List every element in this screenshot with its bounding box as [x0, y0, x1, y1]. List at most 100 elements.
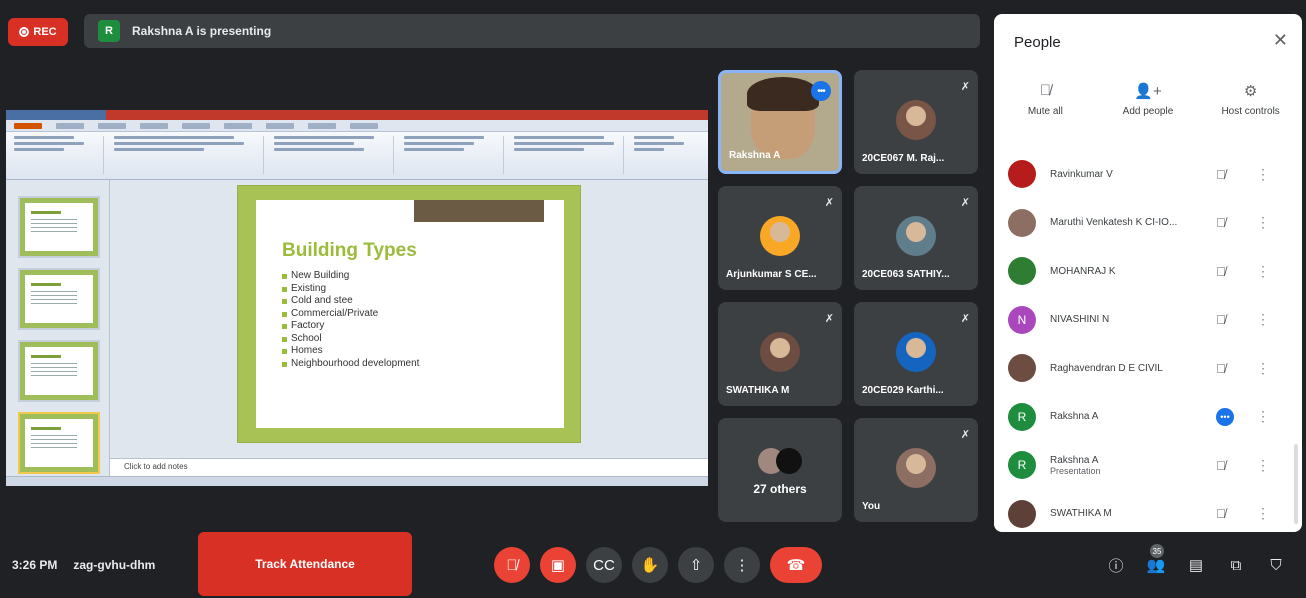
ppt-ribbon	[6, 132, 708, 180]
close-icon[interactable]: ✕	[1273, 30, 1288, 51]
camera-off-button[interactable]: ▣	[540, 547, 576, 583]
avatar	[896, 216, 936, 256]
avatar	[896, 448, 936, 488]
more-vert-icon[interactable]: ⋮	[1256, 505, 1270, 522]
panel-title: People	[1014, 34, 1061, 51]
ppt-status-bar	[6, 476, 708, 486]
captions-button[interactable]: CC	[586, 547, 622, 583]
others-tile[interactable]: 27 others	[718, 418, 842, 522]
end-call-button[interactable]: ☎	[770, 547, 822, 583]
more-vert-icon[interactable]: ⋮	[1256, 408, 1270, 425]
mic-off-icon[interactable]: 🎙̸	[1216, 506, 1226, 521]
mic-off-icon[interactable]: 🎙̸	[1216, 167, 1226, 182]
ppt-title-bar	[6, 110, 708, 120]
mic-off-icon[interactable]: 🎙̸	[1216, 458, 1226, 473]
slide-bullet: New Building	[282, 270, 564, 283]
mic-off-icon: ✗	[960, 81, 970, 93]
slide-thumbnails	[6, 180, 110, 476]
participant-name: 20CE029 Karthi...	[862, 385, 944, 396]
mic-off-icon: ✗	[960, 197, 970, 209]
slide-bullets: New Building Existing Cold and stee Comm…	[282, 270, 564, 370]
more-vert-icon[interactable]: ⋮	[1256, 263, 1270, 280]
recording-badge[interactable]: REC	[8, 18, 68, 46]
participant-name: 20CE063 SATHIY...	[862, 269, 950, 280]
participant-tile[interactable]: ✗ 20CE067 M. Raj...	[854, 70, 978, 174]
slide-bullet: Cold and stee	[282, 295, 564, 308]
avatar: R	[1008, 402, 1036, 431]
camera-off-icon: ▣	[550, 557, 566, 574]
notes-pane: Click to add notes	[110, 458, 708, 476]
mic-off-icon: ✗	[824, 313, 834, 325]
people-list: Ravinkumar V 🎙̸ ⋮ Maruthi Venkatesh K CI…	[994, 150, 1302, 532]
list-item[interactable]: R Rakshna A Presentation 🎙̸ ⋮	[994, 441, 1302, 490]
shield-icon: ⛉	[1270, 556, 1282, 574]
slide-heading: Building Types	[282, 240, 417, 261]
mic-off-icon[interactable]: 🎙̸	[1216, 312, 1226, 327]
mic-off-button[interactable]: 🎙̸	[494, 547, 530, 583]
people-count-badge: 35	[1150, 544, 1164, 558]
more-vert-icon[interactable]: ⋮	[1256, 311, 1270, 328]
list-item[interactable]: N NIVASHINI N 🎙̸ ⋮	[994, 296, 1302, 345]
slide-bullet: Commercial/Private	[282, 308, 564, 321]
mic-off-icon[interactable]: 🎙̸	[1216, 215, 1226, 230]
list-item[interactable]: MOHANRAJ K 🎙̸ ⋮	[994, 247, 1302, 296]
ppt-body: Building Types New Building Existing Col…	[6, 180, 708, 476]
participant-name: 20CE067 M. Raj...	[862, 153, 945, 164]
mic-off-icon: ✗	[960, 313, 970, 325]
meeting-details-button[interactable]: ⓘ	[1104, 552, 1128, 578]
people-button[interactable]: 👥 35	[1144, 544, 1168, 578]
participant-tile[interactable]: ✗ 20CE029 Karthi...	[854, 302, 978, 406]
host-controls-toggle[interactable]: ⛉	[1264, 552, 1288, 578]
participant-tile[interactable]: ✗ 20CE063 SATHIY...	[854, 186, 978, 290]
avatar	[1008, 354, 1036, 383]
mute-all-button[interactable]: 🎙̸ Mute all	[997, 82, 1093, 117]
mic-off-icon[interactable]: 🎙̸	[1216, 264, 1226, 279]
participant-name: Rakshna A	[729, 150, 781, 161]
participant-tile-speaking[interactable]: ••• Rakshna A	[718, 70, 842, 174]
add-people-button[interactable]: 👤+ Add people	[1100, 82, 1196, 117]
meeting-code: zag-gvhu-dhm	[73, 558, 156, 572]
more-vert-icon[interactable]: ⋮	[1256, 360, 1270, 377]
list-item[interactable]: Maruthi Venkatesh K CI-IO... 🎙̸ ⋮	[994, 199, 1302, 248]
mic-off-icon[interactable]: 🎙̸	[1216, 361, 1226, 376]
slide-thumbnail	[18, 340, 100, 402]
list-item[interactable]: R Rakshna A ••• ⋮	[994, 393, 1302, 442]
list-item[interactable]: SWATHIKA M 🎙̸ ⋮	[994, 490, 1302, 533]
avatar: N	[1008, 305, 1036, 334]
scrollbar[interactable]	[1294, 444, 1298, 524]
side-controls: ⓘ 👥 35 ▤ ⧉ ⛉	[1104, 544, 1288, 578]
slide: Building Types New Building Existing Col…	[238, 186, 580, 442]
avatar: R	[1008, 451, 1036, 480]
more-options-button[interactable]: ⋮	[724, 547, 760, 583]
chat-button[interactable]: ▤	[1184, 552, 1208, 578]
track-attendance-button[interactable]: Track Attendance	[198, 532, 412, 596]
more-vert-icon[interactable]: ⋮	[1256, 214, 1270, 231]
avatar	[1008, 208, 1036, 237]
list-item[interactable]: Ravinkumar V 🎙̸ ⋮	[994, 150, 1302, 199]
activities-button[interactable]: ⧉	[1224, 552, 1248, 578]
present-button[interactable]: ⇧	[678, 547, 714, 583]
raise-hand-button[interactable]: ✋	[632, 547, 668, 583]
others-count: 27 others	[753, 482, 807, 496]
list-item[interactable]: Raghavendran D E CIVIL 🎙̸ ⋮	[994, 344, 1302, 393]
recording-label: REC	[33, 26, 57, 38]
call-controls: 🎙̸ ▣ CC ✋ ⇧ ⋮ ☎	[494, 547, 822, 583]
self-tile[interactable]: ✗ You	[854, 418, 978, 522]
present-icon: ⇧	[689, 557, 703, 574]
avatar	[896, 332, 936, 372]
host-controls-button[interactable]: ⚙ Host controls	[1203, 82, 1299, 117]
slide-thumbnail	[18, 268, 100, 330]
slide-bullet: Homes	[282, 345, 564, 358]
participant-tile[interactable]: ✗ SWATHIKA M	[718, 302, 842, 406]
captions-icon: CC	[593, 556, 615, 574]
participant-name: Arjunkumar S CE...	[726, 269, 817, 280]
participant-tile[interactable]: ✗ Arjunkumar S CE...	[718, 186, 842, 290]
more-vert-icon[interactable]: ⋮	[1256, 457, 1270, 474]
record-icon	[19, 27, 30, 37]
meeting-info: 3:26 PM zag-gvhu-dhm	[12, 558, 155, 572]
more-vert-icon[interactable]: ⋮	[1256, 166, 1270, 183]
speaking-indicator-icon: •••	[811, 81, 831, 101]
slide-canvas: Building Types New Building Existing Col…	[110, 180, 708, 476]
ppt-ribbon-tabs	[6, 120, 708, 132]
avatar	[1008, 160, 1036, 189]
